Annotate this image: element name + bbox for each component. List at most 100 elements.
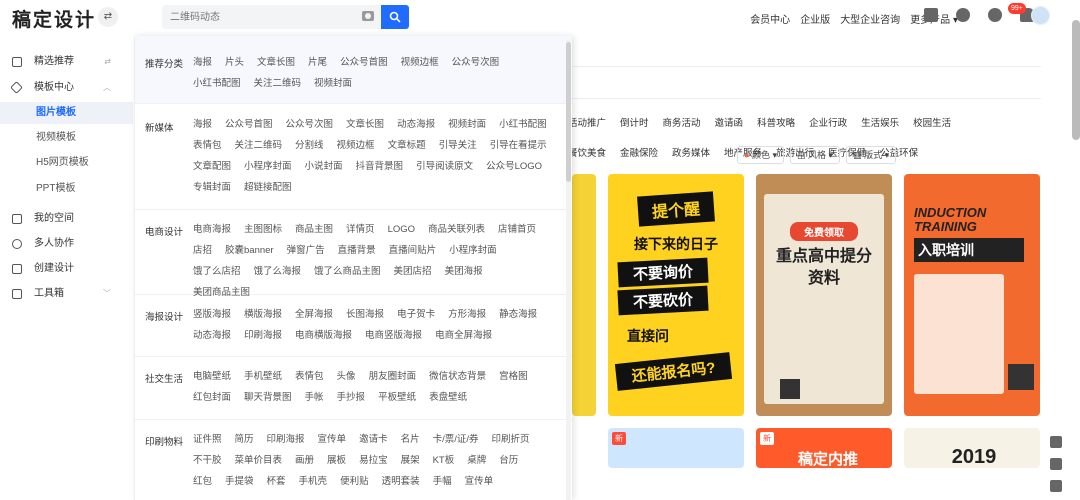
dd-link[interactable]: 宣传单 bbox=[318, 429, 347, 450]
dd-link[interactable]: 美团店招 bbox=[394, 261, 432, 282]
dd-link[interactable]: 表情包 bbox=[193, 135, 222, 156]
category-link[interactable]: 企业行政 bbox=[809, 115, 847, 129]
dd-link[interactable]: 胶囊banner bbox=[225, 240, 274, 261]
dd-link[interactable]: 宣传单 bbox=[465, 471, 494, 492]
dd-link[interactable]: 小红书配图 bbox=[193, 73, 241, 94]
dd-link[interactable]: 引导在看提示 bbox=[490, 135, 547, 156]
dd-link[interactable]: 手机壳 bbox=[299, 471, 328, 492]
dd-link[interactable]: 海报 bbox=[193, 52, 212, 73]
dd-link[interactable]: 证件照 bbox=[193, 429, 222, 450]
dd-link[interactable]: 关注二维码 bbox=[254, 73, 302, 94]
dd-link[interactable]: 不干胶 bbox=[193, 450, 222, 471]
nav-enterprise[interactable]: 企业版 bbox=[800, 11, 830, 26]
category-link[interactable]: 活动推广 bbox=[568, 115, 606, 129]
sidebar-item-toolbox[interactable]: 工具箱 ﹀ bbox=[0, 283, 133, 305]
dd-link[interactable]: 展架 bbox=[401, 450, 420, 471]
dd-link[interactable]: 直播间贴片 bbox=[389, 240, 437, 261]
dd-link[interactable]: 店铺首页 bbox=[498, 219, 536, 240]
dd-link[interactable]: 易拉宝 bbox=[359, 450, 388, 471]
search-button[interactable] bbox=[381, 5, 409, 29]
collapse-sidebar-button[interactable]: ⇄ bbox=[98, 7, 118, 27]
dd-link[interactable]: LOGO bbox=[388, 219, 415, 240]
sidebar-item-featured[interactable]: 精选推荐 ⇄ bbox=[0, 51, 133, 73]
dd-link[interactable]: 桌牌 bbox=[467, 450, 486, 471]
dd-link[interactable]: 台历 bbox=[499, 450, 518, 471]
style-filter[interactable]: ◫ 风格 ▾ bbox=[790, 146, 841, 164]
dd-link[interactable]: 印刷折页 bbox=[492, 429, 530, 450]
dd-link[interactable]: 朋友圈封面 bbox=[369, 366, 417, 387]
sidebar-item-create-design[interactable]: 创建设计 bbox=[0, 258, 133, 280]
dd-link[interactable]: 方形海报 bbox=[448, 304, 486, 325]
dd-link[interactable]: 公众号次图 bbox=[286, 114, 334, 135]
dd-link[interactable]: 平板壁纸 bbox=[378, 387, 416, 408]
template-card[interactable]: INDUCTION TRAINING 入职培训 bbox=[904, 174, 1040, 416]
dropdown-scroll-thumb[interactable] bbox=[566, 42, 571, 182]
category-link[interactable]: 邀请函 bbox=[715, 115, 744, 129]
feedback-icon[interactable] bbox=[1050, 458, 1062, 470]
dd-link[interactable]: 头像 bbox=[337, 366, 356, 387]
dd-link[interactable]: 片头 bbox=[225, 52, 244, 73]
category-link[interactable]: 商务活动 bbox=[663, 115, 701, 129]
dd-link[interactable]: 饿了么海报 bbox=[254, 261, 302, 282]
dd-link[interactable]: 公众号LOGO bbox=[486, 156, 542, 177]
dd-link[interactable]: 手提袋 bbox=[225, 471, 254, 492]
dd-link[interactable]: 分割线 bbox=[295, 135, 324, 156]
dd-link[interactable]: 抖音背景图 bbox=[356, 156, 404, 177]
dd-link[interactable]: 专辑封面 bbox=[193, 177, 231, 198]
dd-link[interactable]: 主图图标 bbox=[244, 219, 282, 240]
dd-link[interactable]: 手帐 bbox=[305, 387, 324, 408]
dd-link[interactable]: 手幅 bbox=[433, 471, 452, 492]
dd-link[interactable]: 电商海报 bbox=[193, 219, 231, 240]
dd-link[interactable]: 杯套 bbox=[267, 471, 286, 492]
nav-member-center[interactable]: 会员中心 bbox=[750, 11, 790, 26]
dd-link[interactable]: 动态海报 bbox=[193, 325, 231, 346]
dd-link[interactable]: 弹窗广告 bbox=[287, 240, 325, 261]
category-link[interactable]: 金融保险 bbox=[620, 145, 658, 159]
dd-link[interactable]: 聊天背景图 bbox=[244, 387, 292, 408]
dd-link[interactable]: 电商竖版海报 bbox=[365, 325, 422, 346]
dd-link[interactable]: 小说封面 bbox=[305, 156, 343, 177]
template-card[interactable]: 新 bbox=[608, 428, 744, 468]
category-link[interactable]: 倒计时 bbox=[620, 115, 649, 129]
dd-link[interactable]: 印刷海报 bbox=[244, 325, 282, 346]
dd-link[interactable]: 表盘壁纸 bbox=[429, 387, 467, 408]
help-icon[interactable] bbox=[988, 8, 1002, 22]
layout-filter[interactable]: ▥ 版式 ▾ bbox=[846, 146, 897, 164]
dd-link[interactable]: 视频边框 bbox=[337, 135, 375, 156]
dd-link[interactable]: 印刷海报 bbox=[267, 429, 305, 450]
dd-link[interactable]: 直播背景 bbox=[338, 240, 376, 261]
template-card[interactable]: 2019 bbox=[904, 428, 1040, 468]
dd-link[interactable]: 动态海报 bbox=[397, 114, 435, 135]
dd-link[interactable]: 电脑壁纸 bbox=[193, 366, 231, 387]
dd-link[interactable]: 视频边框 bbox=[401, 52, 439, 73]
dd-link[interactable]: 名片 bbox=[401, 429, 420, 450]
category-link[interactable]: 政务媒体 bbox=[672, 145, 710, 159]
dd-link[interactable]: 引导阅读原文 bbox=[416, 156, 473, 177]
dd-link[interactable]: 片尾 bbox=[308, 52, 327, 73]
avatar[interactable] bbox=[1031, 6, 1050, 25]
dd-link[interactable]: 手机壁纸 bbox=[244, 366, 282, 387]
dd-link[interactable]: 表情包 bbox=[295, 366, 324, 387]
download-icon[interactable] bbox=[956, 8, 970, 22]
dd-link[interactable]: 引导关注 bbox=[439, 135, 477, 156]
dd-link[interactable]: 文章长图 bbox=[346, 114, 384, 135]
dd-link[interactable]: 红包封面 bbox=[193, 387, 231, 408]
dd-link[interactable]: 商品主图 bbox=[295, 219, 333, 240]
dd-link[interactable]: 竖版海报 bbox=[193, 304, 231, 325]
search-input[interactable] bbox=[162, 5, 352, 29]
dd-link[interactable]: 微信状态背景 bbox=[429, 366, 486, 387]
dd-link[interactable]: 卡/票/证/券 bbox=[433, 429, 479, 450]
dd-link[interactable]: 电商全屏海报 bbox=[435, 325, 492, 346]
dd-link[interactable]: 全屏海报 bbox=[295, 304, 333, 325]
dd-link[interactable]: 宫格图 bbox=[499, 366, 528, 387]
logo[interactable]: 稿定设计 bbox=[12, 5, 96, 32]
dd-link[interactable]: 长图海报 bbox=[346, 304, 384, 325]
dd-link[interactable]: 红包 bbox=[193, 471, 212, 492]
dd-link[interactable]: 电子贺卡 bbox=[397, 304, 435, 325]
dd-link[interactable]: 邀请卡 bbox=[359, 429, 388, 450]
dd-link[interactable]: 公众号次图 bbox=[452, 52, 500, 73]
dd-link[interactable]: 手抄报 bbox=[337, 387, 366, 408]
template-card[interactable] bbox=[572, 174, 596, 416]
dd-link[interactable]: 小红书配图 bbox=[499, 114, 547, 135]
dd-link[interactable]: 海报 bbox=[193, 114, 212, 135]
